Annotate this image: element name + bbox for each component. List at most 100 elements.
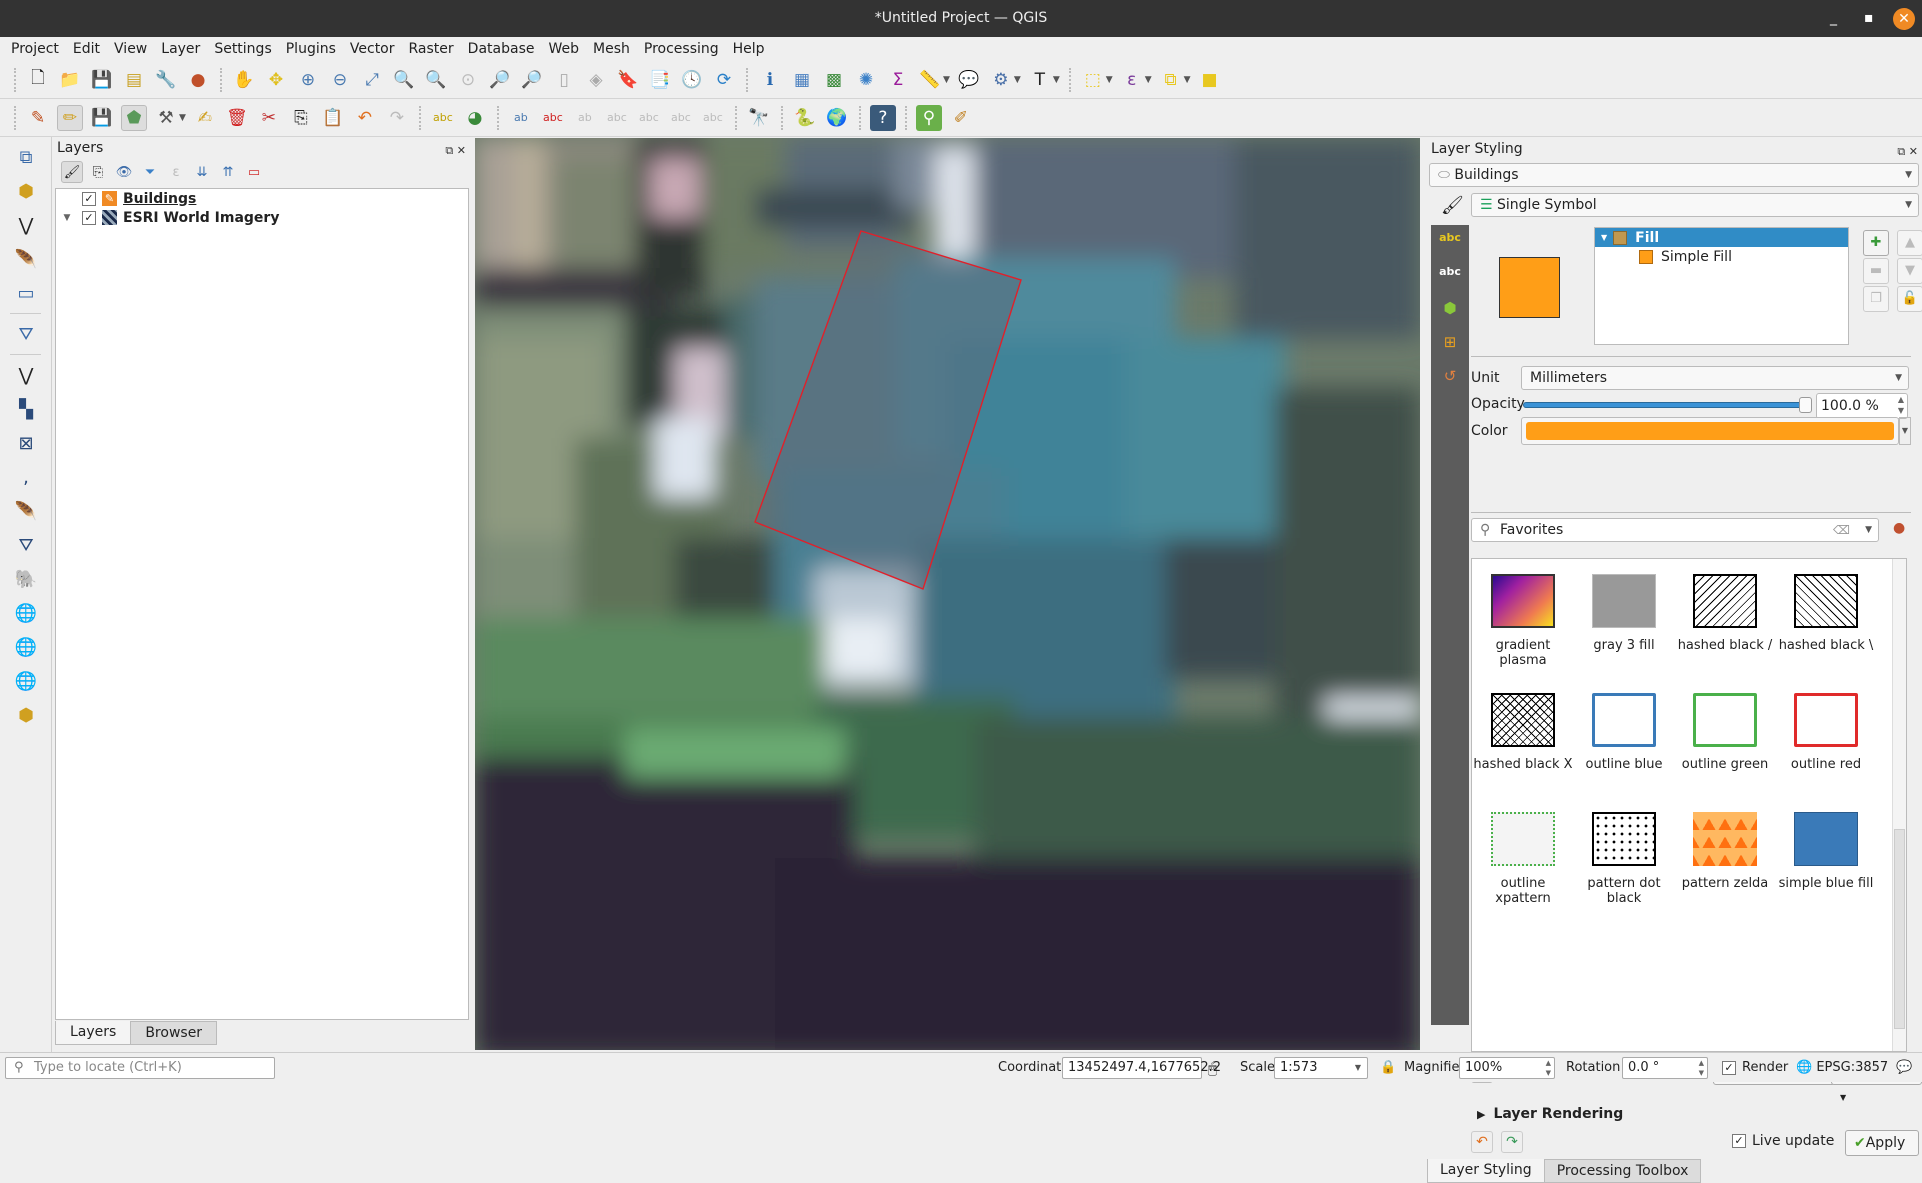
scrollbar-handle[interactable]	[1894, 829, 1905, 1029]
move-up-button[interactable]: ▲	[1897, 230, 1922, 256]
checkbox-box[interactable]: ✓	[1732, 1134, 1746, 1148]
add-symbol-layer-button[interactable]: ✚	[1863, 230, 1889, 256]
favorite-symbol[interactable]: outline green	[1674, 693, 1776, 772]
spin-arrows-icon[interactable]: ▲ ▼	[1546, 1058, 1551, 1078]
modify-attributes-icon[interactable]: ✍	[192, 105, 218, 131]
opacity-slider[interactable]	[1523, 397, 1812, 413]
layer-labeling-options-icon[interactable]: abc	[430, 105, 456, 131]
new-print-layout-icon[interactable]: ▤	[121, 67, 147, 93]
favorite-symbol[interactable]: outline red	[1775, 693, 1877, 772]
run-feature-action-icon[interactable]: ⚙	[988, 67, 1014, 93]
new-geopackage-layer-icon[interactable]: ⬢	[12, 177, 40, 205]
move-down-button[interactable]: ▼	[1897, 258, 1922, 284]
minimize-button[interactable]: _	[1830, 0, 1837, 37]
annotation-dropdown-icon[interactable]: ▼	[1053, 75, 1060, 85]
rotation-spinbox[interactable]: 0.0 ° ▲ ▼	[1622, 1057, 1708, 1079]
pan-icon[interactable]: ✋	[231, 67, 257, 93]
menu-settings[interactable]: Settings	[207, 41, 278, 57]
menu-edit[interactable]: Edit	[66, 41, 107, 57]
tab-processing-toolbox[interactable]: Processing Toolbox	[1543, 1159, 1702, 1183]
deselect-dropdown-icon[interactable]: ▼	[1184, 75, 1191, 85]
identify-features-icon[interactable]: ℹ	[757, 67, 783, 93]
filter-legend-icon[interactable]: ⏷	[139, 161, 161, 183]
zoom-native-icon[interactable]: ⊙	[455, 67, 481, 93]
select-by-expression-icon[interactable]: ε	[1119, 67, 1145, 93]
add-virtual-layer-icon[interactable]: ⛛	[12, 531, 40, 559]
paste-features-icon[interactable]: 📋	[320, 105, 346, 131]
chevron-down-icon[interactable]: ▼	[1355, 1058, 1361, 1078]
menu-web[interactable]: Web	[541, 41, 586, 57]
favorite-symbol[interactable]: hashed black \	[1775, 574, 1877, 653]
open-layer-styling-icon[interactable]: 🖌	[61, 161, 83, 183]
favorite-symbol[interactable]: outline xpattern	[1472, 812, 1574, 906]
new-spatial-bookmark-icon[interactable]: 🔖	[615, 67, 641, 93]
add-wfs-layer-icon[interactable]: 🌐	[12, 667, 40, 695]
add-wcs-layer-icon[interactable]: 🌐	[12, 633, 40, 661]
tab-browser[interactable]: Browser	[130, 1021, 218, 1045]
undo-icon[interactable]: ↶	[352, 105, 378, 131]
action-dropdown-icon[interactable]: ▼	[1014, 75, 1021, 85]
layer-rendering-section[interactable]: ▶ Layer Rendering	[1477, 1106, 1623, 1122]
menu-processing[interactable]: Processing	[637, 41, 726, 57]
symbol-tree-fill[interactable]: ▼ Fill	[1595, 228, 1848, 247]
panel-float-close-icons[interactable]: ⧉ ✕	[445, 140, 466, 162]
select-by-location-icon[interactable]: ■	[1197, 67, 1223, 93]
unit-selector[interactable]: Millimeters ▼	[1521, 366, 1909, 390]
text-annotation-icon[interactable]: T	[1027, 67, 1053, 93]
panel-float-close-icons[interactable]: ⧉ ✕	[1897, 140, 1918, 164]
toolbar-handle[interactable]	[14, 105, 16, 130]
expression-dropdown-icon[interactable]: ▼	[1145, 75, 1152, 85]
scale-combo[interactable]: 1:573 ▼	[1274, 1057, 1368, 1079]
select-dropdown-icon[interactable]: ▼	[1106, 75, 1113, 85]
close-button[interactable]: ✕	[1893, 8, 1915, 30]
favorite-symbol[interactable]: gradient plasma	[1472, 574, 1574, 668]
style-manager-icon[interactable]: ●	[185, 67, 211, 93]
layer-visibility-checkbox[interactable]: ✓	[82, 191, 96, 206]
redo-icon[interactable]: ↷	[384, 105, 410, 131]
expand-arrow-icon[interactable]: ▶	[1477, 1108, 1485, 1121]
statistical-summary-icon[interactable]: Σ	[885, 67, 911, 93]
masks-icon[interactable]: abc	[1435, 265, 1465, 293]
map-canvas[interactable]	[475, 138, 1420, 1050]
toolbar-handle[interactable]	[14, 67, 16, 92]
clear-icon[interactable]: ⌫	[1833, 519, 1850, 541]
temporal-controller-icon[interactable]: 🕓	[679, 67, 705, 93]
current-edits-icon[interactable]: ✎	[25, 105, 51, 131]
zoom-next-icon[interactable]: 🔎	[519, 67, 545, 93]
change-label-icon[interactable]: abc	[700, 105, 726, 131]
add-polygon-feature-icon[interactable]: ⬟	[121, 104, 147, 131]
crs-button[interactable]: 🌐 EPSG:3857	[1796, 1057, 1888, 1079]
add-postgis-layer-icon[interactable]: 🐘	[12, 565, 40, 593]
favorite-symbol[interactable]: pattern zelda	[1674, 812, 1776, 891]
coordinate-field[interactable]: 13452497.4,1677652.2	[1062, 1057, 1221, 1079]
show-hide-labels-icon[interactable]: abc	[604, 105, 630, 131]
style-manager-icon[interactable]: ●	[1893, 520, 1905, 536]
georeferencer-icon[interactable]: ✐	[948, 105, 974, 131]
color-dropdown-button[interactable]: ▼	[1899, 417, 1911, 445]
favorite-symbol[interactable]: pattern dot black	[1573, 812, 1675, 906]
renderer-selector[interactable]: ☰ Single Symbol ▼	[1471, 193, 1919, 217]
opacity-spinbox[interactable]: 100.0 % ▲ ▼	[1816, 393, 1908, 419]
tab-layers[interactable]: Layers	[55, 1021, 132, 1045]
pan-to-selection-icon[interactable]: ✥	[263, 67, 289, 93]
symbol-search-input[interactable]: ⚲ Favorites ⌫ ▼	[1471, 518, 1879, 542]
toggle-extents-mouse-icon[interactable]: 🖱	[1208, 1057, 1217, 1079]
collapse-arrow-icon[interactable]: ▼	[60, 213, 74, 223]
zoom-full-icon[interactable]: ⤢	[359, 67, 385, 93]
zoom-out-icon[interactable]: ⊖	[327, 67, 353, 93]
measure-dropdown-icon[interactable]: ▼	[943, 75, 950, 85]
refresh-icon[interactable]: ⟳	[711, 67, 737, 93]
add-group-icon[interactable]: ⎘	[87, 161, 109, 183]
map-tips-icon[interactable]: 💬	[956, 67, 982, 93]
maximize-button[interactable]: ▪	[1864, 0, 1874, 37]
menu-layer[interactable]: Layer	[154, 41, 207, 57]
field-calculator-icon[interactable]: ▩	[821, 67, 847, 93]
help-icon[interactable]: ?	[869, 104, 896, 131]
new-map-view-icon[interactable]: ▯	[551, 67, 577, 93]
favorite-symbol[interactable]: hashed black /	[1674, 574, 1776, 653]
filter-by-expression-icon[interactable]: ε	[165, 161, 187, 183]
save-layer-edits-icon[interactable]: 💾	[89, 105, 115, 131]
new-project-icon[interactable]: 🗋	[25, 67, 51, 93]
toggle-editing-icon[interactable]: ✏	[57, 104, 83, 131]
move-label-icon[interactable]: abc	[636, 105, 662, 131]
